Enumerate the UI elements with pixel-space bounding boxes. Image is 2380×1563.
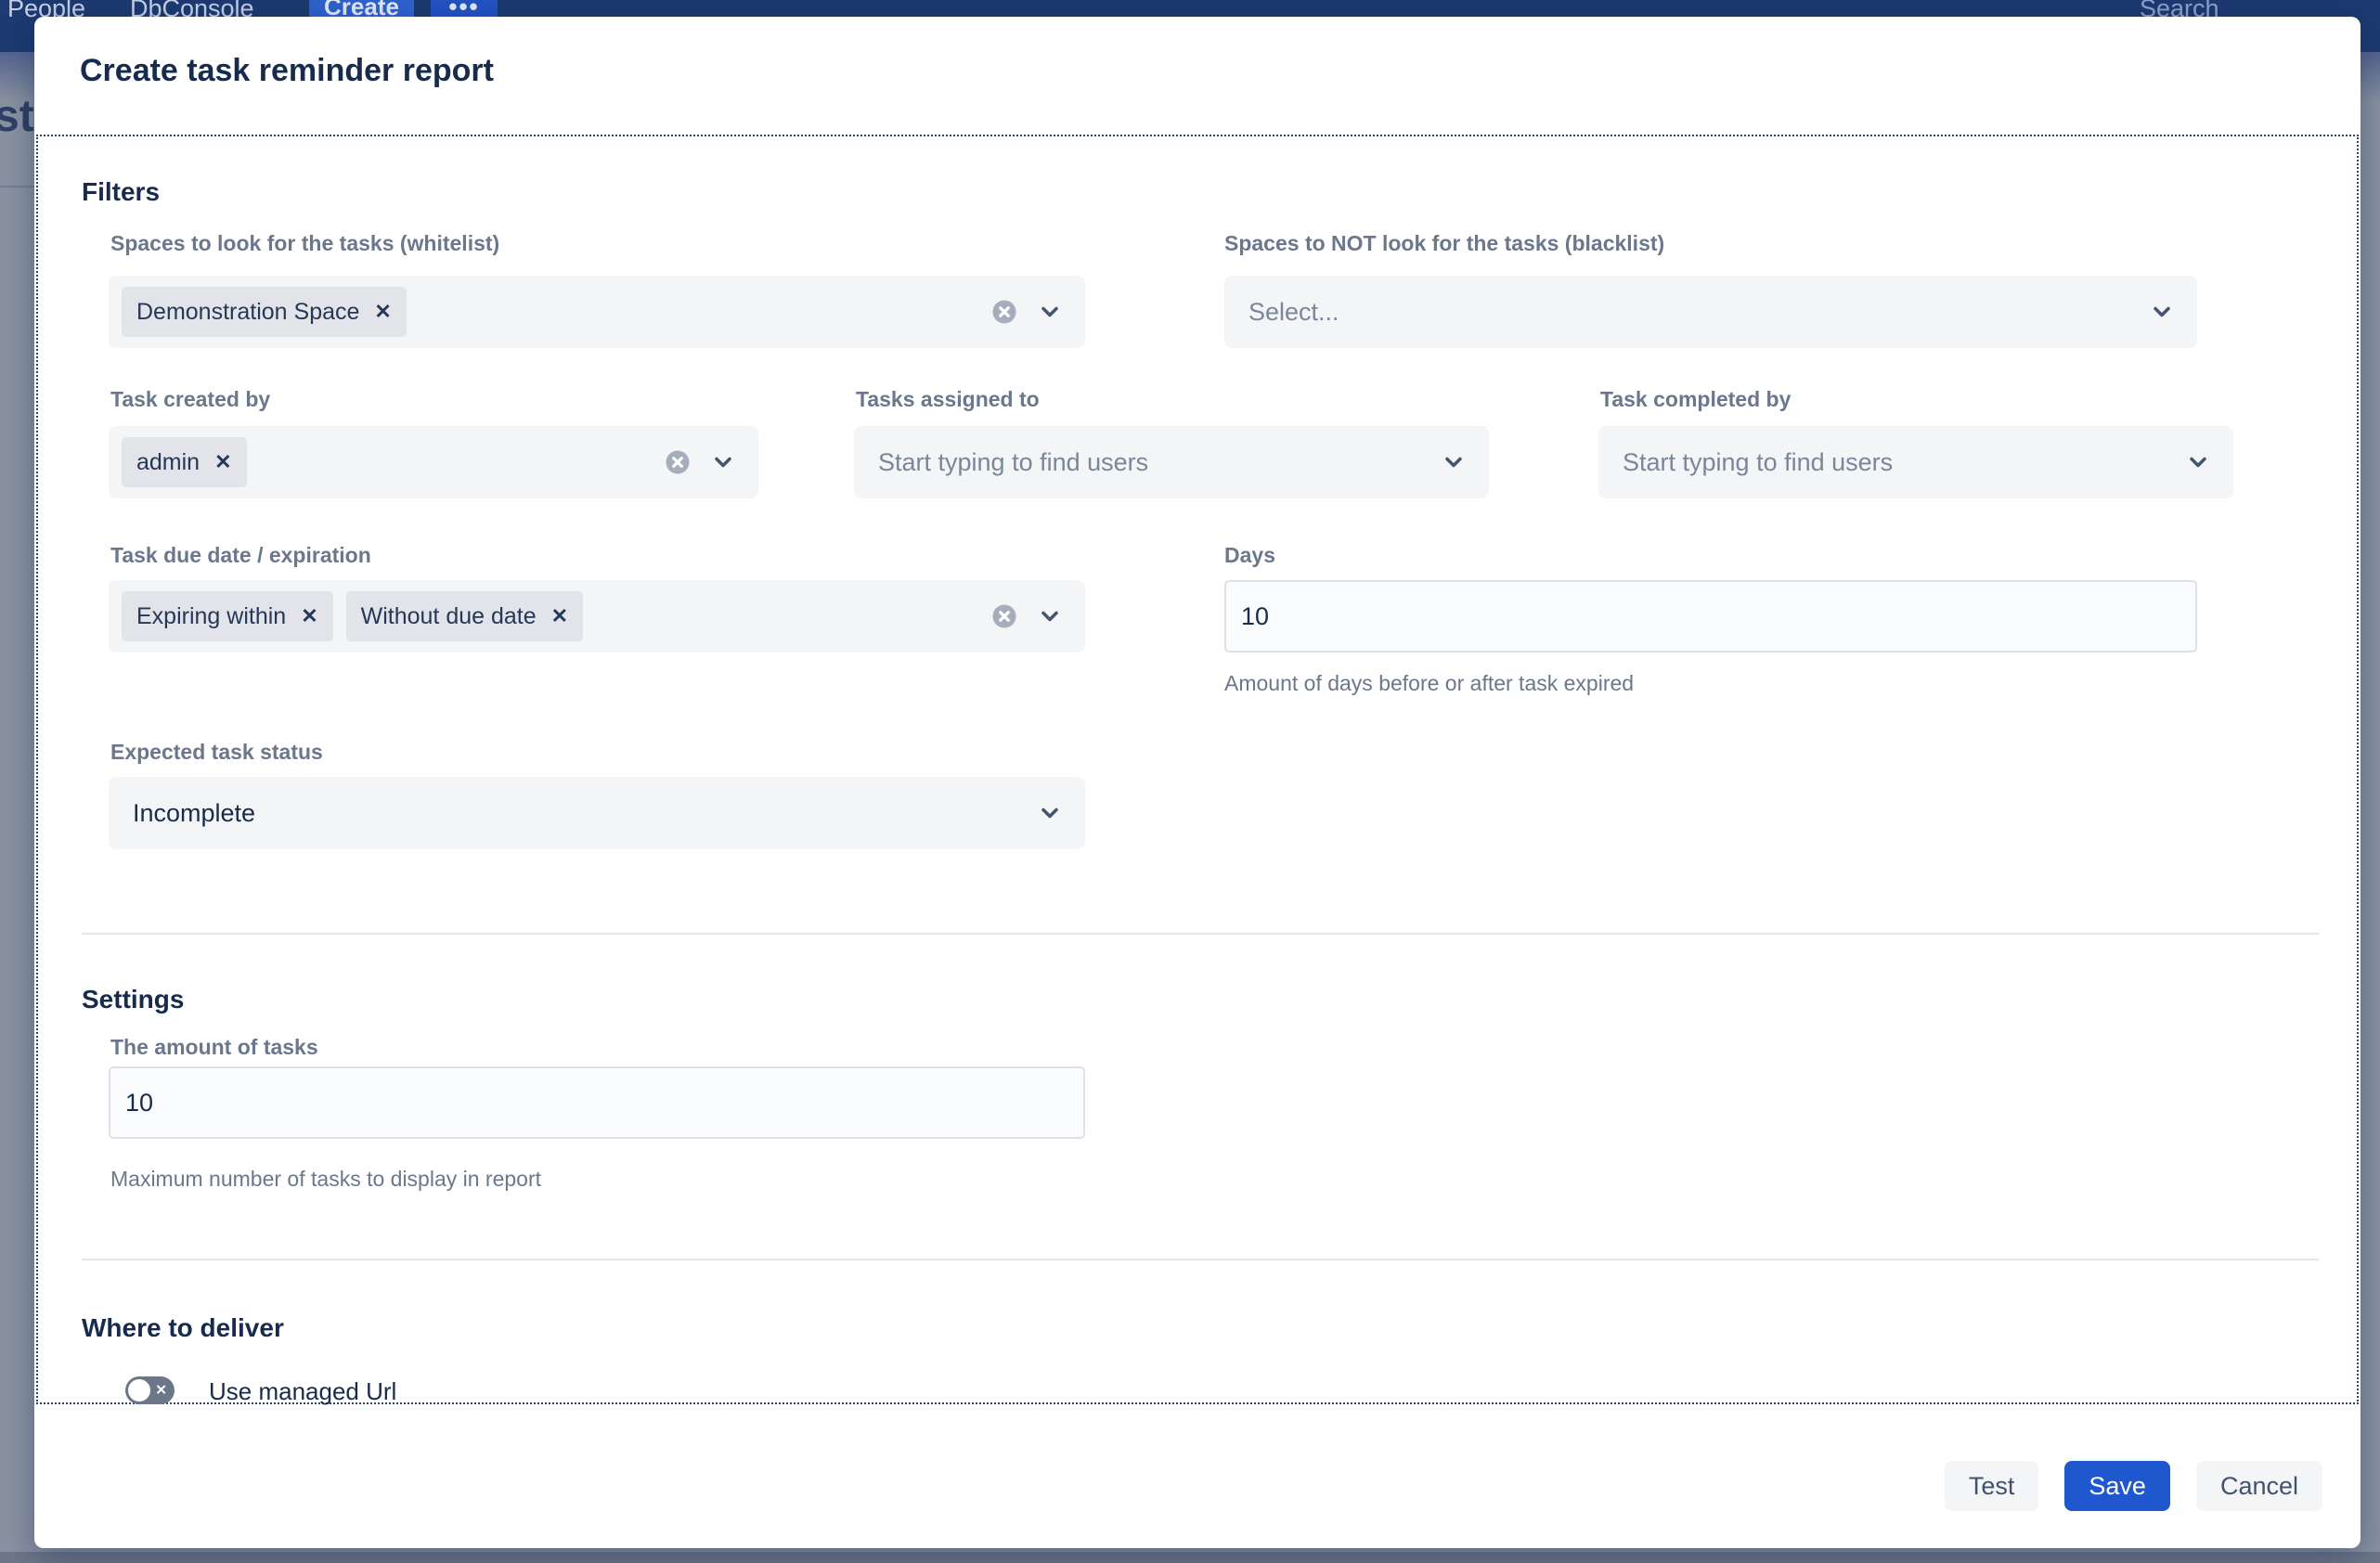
save-button[interactable]: Save: [2064, 1461, 2170, 1511]
section-divider: [82, 933, 2319, 935]
status-select[interactable]: Incomplete: [109, 777, 1085, 849]
due-date-select[interactable]: Expiring within ✕ Without due date ✕: [109, 580, 1085, 652]
blacklist-select[interactable]: Select...: [1224, 276, 2197, 348]
section-divider: [82, 1259, 2319, 1260]
chevron-down-icon[interactable]: [2185, 449, 2211, 475]
whitelist-chips: Demonstration Space ✕: [122, 287, 990, 337]
days-label: Days: [1224, 541, 1275, 569]
due-date-chips: Expiring within ✕ Without due date ✕: [122, 591, 990, 641]
chip-label: Expiring within: [136, 603, 286, 630]
whitelist-label: Spaces to look for the tasks (whitelist): [110, 229, 499, 257]
chevron-down-icon[interactable]: [1037, 603, 1063, 629]
background-page-heading: st: [0, 91, 34, 142]
blacklist-label: Spaces to NOT look for the tasks (blackl…: [1224, 229, 1664, 257]
chip-label: Demonstration Space: [136, 299, 359, 326]
chip-remove-icon[interactable]: ✕: [374, 302, 391, 322]
whitelist-select[interactable]: Demonstration Space ✕: [109, 276, 1085, 348]
completed-by-select[interactable]: Start typing to find users: [1598, 426, 2233, 498]
toggle-knob: [128, 1379, 150, 1402]
assigned-to-placeholder: Start typing to find users: [867, 448, 1441, 477]
use-managed-url-label: Use managed Url: [209, 1376, 396, 1406]
background-bottom-band: [0, 1552, 2380, 1563]
assigned-to-label: Tasks assigned to: [856, 385, 1040, 413]
chevron-down-icon[interactable]: [1441, 449, 1467, 475]
chip-admin: admin ✕: [122, 437, 247, 487]
amount-of-tasks-input[interactable]: [109, 1066, 1085, 1139]
filters-heading: Filters: [82, 175, 160, 209]
clear-selection-icon[interactable]: [664, 448, 692, 476]
created-by-label: Task created by: [110, 385, 270, 413]
toggle-off-icon: ✕: [155, 1384, 167, 1398]
created-by-select[interactable]: admin ✕: [109, 426, 758, 498]
clear-selection-icon[interactable]: [990, 602, 1018, 630]
chip-label: admin: [136, 449, 200, 476]
assigned-to-select[interactable]: Start typing to find users: [854, 426, 1489, 498]
clear-selection-icon[interactable]: [990, 298, 1018, 326]
blacklist-placeholder: Select...: [1237, 298, 2149, 327]
cancel-button[interactable]: Cancel: [2196, 1461, 2322, 1511]
days-helper-text: Amount of days before or after task expi…: [1224, 669, 1634, 697]
status-label: Expected task status: [110, 738, 323, 766]
create-task-reminder-report-dialog: Create task reminder report Filters Spac…: [34, 17, 2361, 1548]
due-date-label: Task due date / expiration: [110, 541, 371, 569]
amount-helper-text: Maximum number of tasks to display in re…: [110, 1165, 541, 1193]
chip-expiring-within: Expiring within ✕: [122, 591, 333, 641]
chip-remove-icon[interactable]: ✕: [301, 606, 317, 626]
screen: People DbConsole Create ••• Search st Cr…: [0, 0, 2380, 1563]
dialog-footer: Test Save Cancel: [1945, 1461, 2322, 1511]
chevron-down-icon[interactable]: [2149, 299, 2175, 325]
chevron-down-icon[interactable]: [710, 449, 736, 475]
chip-label: Without due date: [361, 603, 537, 630]
dialog-title: Create task reminder report: [80, 50, 494, 91]
chevron-down-icon[interactable]: [1037, 299, 1063, 325]
test-button[interactable]: Test: [1945, 1461, 2039, 1511]
chip-remove-icon[interactable]: ✕: [214, 452, 231, 472]
chip-remove-icon[interactable]: ✕: [551, 606, 568, 626]
completed-by-placeholder: Start typing to find users: [1611, 448, 2185, 477]
completed-by-label: Task completed by: [1600, 385, 1791, 413]
where-to-deliver-heading: Where to deliver: [82, 1311, 284, 1345]
status-selected-value: Incomplete: [122, 799, 1037, 828]
chip-without-due-date: Without due date ✕: [346, 591, 583, 641]
chip-demonstration-space: Demonstration Space ✕: [122, 287, 407, 337]
use-managed-url-toggle[interactable]: ✕: [125, 1376, 175, 1404]
created-by-chips: admin ✕: [122, 437, 664, 487]
days-input[interactable]: [1224, 580, 2197, 652]
amount-of-tasks-label: The amount of tasks: [110, 1033, 318, 1061]
chevron-down-icon[interactable]: [1037, 800, 1063, 826]
settings-heading: Settings: [82, 983, 184, 1016]
dialog-scroll-body[interactable]: Filters Spaces to look for the tasks (wh…: [36, 135, 2359, 1404]
